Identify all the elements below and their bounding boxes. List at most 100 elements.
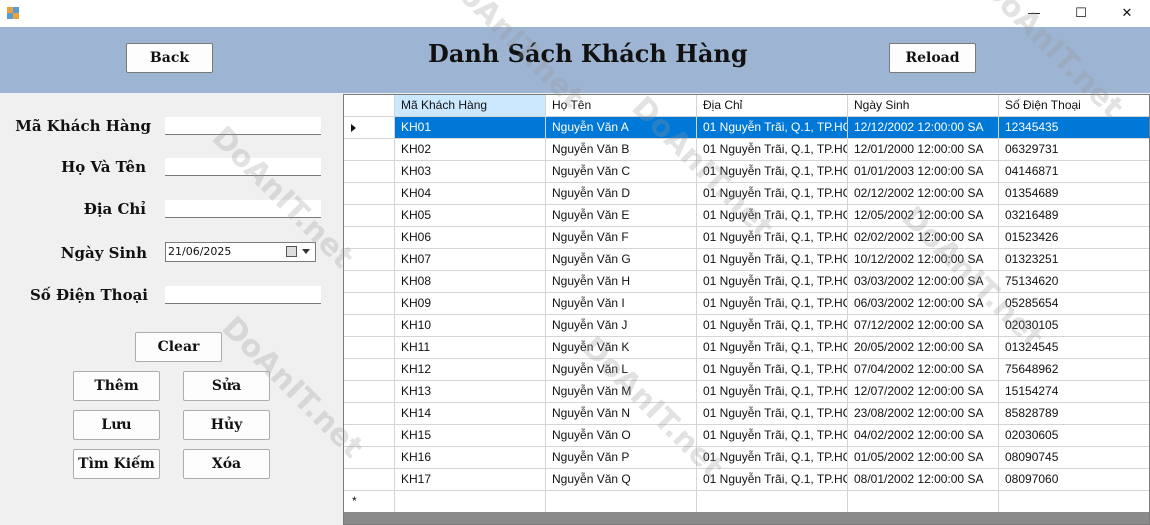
back-button[interactable]: Back	[126, 43, 213, 73]
row-header-cell[interactable]	[344, 337, 395, 359]
cell-dia-chi[interactable]: 01 Nguyễn Trãi, Q.1, TP.HCM	[697, 183, 848, 205]
cell-ma[interactable]: KH16	[395, 447, 546, 469]
row-header-cell[interactable]	[344, 293, 395, 315]
row-header-cell[interactable]	[344, 271, 395, 293]
cell-dia-chi[interactable]: 01 Nguyễn Trãi, Q.1, TP.HCM	[697, 425, 848, 447]
row-header-cell[interactable]	[344, 249, 395, 271]
column-header-dia-chi[interactable]: Địa Chỉ	[697, 95, 848, 117]
cell-ma[interactable]: KH13	[395, 381, 546, 403]
reload-button[interactable]: Reload	[889, 43, 976, 73]
cell-ngay-sinh[interactable]: 23/08/2002 12:00:00 SA	[848, 403, 999, 425]
cell-ngay-sinh[interactable]: 12/01/2000 12:00:00 SA	[848, 139, 999, 161]
table-row[interactable]: KH13 Nguyễn Văn M 01 Nguyễn Trãi, Q.1, TP.…	[344, 381, 1149, 403]
table-row[interactable]: KH07 Nguyễn Văn G 01 Nguyễn Trãi, Q.1, TP.…	[344, 249, 1149, 271]
cell-ngay-sinh[interactable]: 12/07/2002 12:00:00 SA	[848, 381, 999, 403]
cell-ho-ten[interactable]: Nguyễn Văn K	[546, 337, 697, 359]
cell-ma[interactable]: KH02	[395, 139, 546, 161]
new-row-cell[interactable]	[546, 491, 697, 513]
cell-ma[interactable]: KH17	[395, 469, 546, 491]
cell-ho-ten[interactable]: Nguyễn Văn M	[546, 381, 697, 403]
row-header-cell[interactable]	[344, 315, 395, 337]
cell-dia-chi[interactable]: 01 Nguyễn Trãi, Q.1, TP.HCM	[697, 271, 848, 293]
cell-dia-chi[interactable]: 01 Nguyễn Trãi, Q.1, TP.HCM	[697, 139, 848, 161]
horizontal-scrollbar[interactable]	[344, 512, 1149, 524]
table-row[interactable]: KH02 Nguyễn Văn B 01 Nguyễn Trãi, Q.1, TP.…	[344, 139, 1149, 161]
row-header-cell[interactable]	[344, 447, 395, 469]
close-button[interactable]: ✕	[1104, 0, 1150, 27]
cell-so-dien-thoai[interactable]: 15154274	[999, 381, 1149, 403]
cell-dia-chi[interactable]: 01 Nguyễn Trãi, Q.1, TP.HCM	[697, 293, 848, 315]
new-row-cell[interactable]	[999, 491, 1149, 513]
table-row[interactable]: KH16 Nguyễn Văn P 01 Nguyễn Trãi, Q.1, TP.…	[344, 447, 1149, 469]
row-header-cell[interactable]	[344, 425, 395, 447]
cell-ma[interactable]: KH08	[395, 271, 546, 293]
cell-ngay-sinh[interactable]: 10/12/2002 12:00:00 SA	[848, 249, 999, 271]
table-row[interactable]: KH12 Nguyễn Văn L 01 Nguyễn Trãi, Q.1, TP.…	[344, 359, 1149, 381]
cell-ma[interactable]: KH14	[395, 403, 546, 425]
cell-ma[interactable]: KH10	[395, 315, 546, 337]
row-header-cell[interactable]	[344, 183, 395, 205]
ho-va-ten-input[interactable]	[165, 158, 321, 176]
row-header-cell[interactable]	[344, 469, 395, 491]
row-header-cell[interactable]	[344, 205, 395, 227]
dia-chi-input[interactable]	[165, 200, 321, 218]
cell-ngay-sinh[interactable]: 12/05/2002 12:00:00 SA	[848, 205, 999, 227]
cell-ho-ten[interactable]: Nguyễn Văn N	[546, 403, 697, 425]
table-row[interactable]: KH11 Nguyễn Văn K 01 Nguyễn Trãi, Q.1, TP.…	[344, 337, 1149, 359]
cell-dia-chi[interactable]: 01 Nguyễn Trãi, Q.1, TP.HCM	[697, 359, 848, 381]
sua-button[interactable]: Sửa	[183, 371, 270, 401]
grid-corner-cell[interactable]	[344, 95, 395, 117]
cell-dia-chi[interactable]: 01 Nguyễn Trãi, Q.1, TP.HCM	[697, 447, 848, 469]
cell-so-dien-thoai[interactable]: 75648962	[999, 359, 1149, 381]
cell-ma[interactable]: KH07	[395, 249, 546, 271]
ma-khach-hang-input[interactable]	[165, 117, 321, 135]
column-header-ngay-sinh[interactable]: Ngày Sinh	[848, 95, 999, 117]
so-dien-thoai-input[interactable]	[165, 286, 321, 304]
cell-ho-ten[interactable]: Nguyễn Văn G	[546, 249, 697, 271]
cell-so-dien-thoai[interactable]: 01523426	[999, 227, 1149, 249]
cell-ma[interactable]: KH09	[395, 293, 546, 315]
row-header-cell[interactable]	[344, 227, 395, 249]
table-row[interactable]: KH14 Nguyễn Văn N 01 Nguyễn Trãi, Q.1, TP.…	[344, 403, 1149, 425]
cell-ma[interactable]: KH12	[395, 359, 546, 381]
ngay-sinh-datepicker[interactable]: 21/06/2025	[165, 242, 316, 262]
cell-ngay-sinh[interactable]: 04/02/2002 12:00:00 SA	[848, 425, 999, 447]
cell-dia-chi[interactable]: 01 Nguyễn Trãi, Q.1, TP.HCM	[697, 337, 848, 359]
cell-ma[interactable]: KH15	[395, 425, 546, 447]
cell-dia-chi[interactable]: 01 Nguyễn Trãi, Q.1, TP.HCM	[697, 381, 848, 403]
cell-ho-ten[interactable]: Nguyễn Văn P	[546, 447, 697, 469]
new-row-header[interactable]: *	[344, 491, 395, 513]
cell-ma[interactable]: KH05	[395, 205, 546, 227]
table-row[interactable]: KH10 Nguyễn Văn J 01 Nguyễn Trãi, Q.1, TP.…	[344, 315, 1149, 337]
cell-ngay-sinh[interactable]: 07/12/2002 12:00:00 SA	[848, 315, 999, 337]
xoa-button[interactable]: Xóa	[183, 449, 270, 479]
column-header-so-dien-thoai[interactable]: Số Điện Thoại	[999, 95, 1149, 117]
luu-button[interactable]: Lưu	[73, 410, 160, 440]
cell-so-dien-thoai[interactable]: 08090745	[999, 447, 1149, 469]
row-header-cell[interactable]	[344, 359, 395, 381]
cell-ma[interactable]: KH01	[395, 117, 546, 139]
cell-so-dien-thoai[interactable]: 08097060	[999, 469, 1149, 491]
maximize-button[interactable]: ☐	[1058, 0, 1104, 27]
cell-so-dien-thoai[interactable]: 01354689	[999, 183, 1149, 205]
cell-dia-chi[interactable]: 01 Nguyễn Trãi, Q.1, TP.HCM	[697, 227, 848, 249]
cell-so-dien-thoai[interactable]: 02030105	[999, 315, 1149, 337]
cell-ngay-sinh[interactable]: 03/03/2002 12:00:00 SA	[848, 271, 999, 293]
cell-ngay-sinh[interactable]: 20/05/2002 12:00:00 SA	[848, 337, 999, 359]
row-header-cell[interactable]	[344, 139, 395, 161]
cell-ma[interactable]: KH11	[395, 337, 546, 359]
row-header-cell[interactable]	[344, 403, 395, 425]
cell-so-dien-thoai[interactable]: 01323251	[999, 249, 1149, 271]
cell-ngay-sinh[interactable]: 12/12/2002 12:00:00 SA	[848, 117, 999, 139]
cell-dia-chi[interactable]: 01 Nguyễn Trãi, Q.1, TP.HCM	[697, 205, 848, 227]
cell-so-dien-thoai[interactable]: 02030605	[999, 425, 1149, 447]
table-row[interactable]: KH04 Nguyễn Văn D 01 Nguyễn Trãi, Q.1, TP.…	[344, 183, 1149, 205]
cell-ngay-sinh[interactable]: 02/02/2002 12:00:00 SA	[848, 227, 999, 249]
tim-kiem-button[interactable]: Tìm Kiếm	[73, 449, 160, 479]
cell-so-dien-thoai[interactable]: 04146871	[999, 161, 1149, 183]
cell-dia-chi[interactable]: 01 Nguyễn Trãi, Q.1, TP.HCM	[697, 249, 848, 271]
cell-ho-ten[interactable]: Nguyễn Văn O	[546, 425, 697, 447]
cell-ho-ten[interactable]: Nguyễn Văn J	[546, 315, 697, 337]
cell-ngay-sinh[interactable]: 01/05/2002 12:00:00 SA	[848, 447, 999, 469]
cell-ho-ten[interactable]: Nguyễn Văn B	[546, 139, 697, 161]
